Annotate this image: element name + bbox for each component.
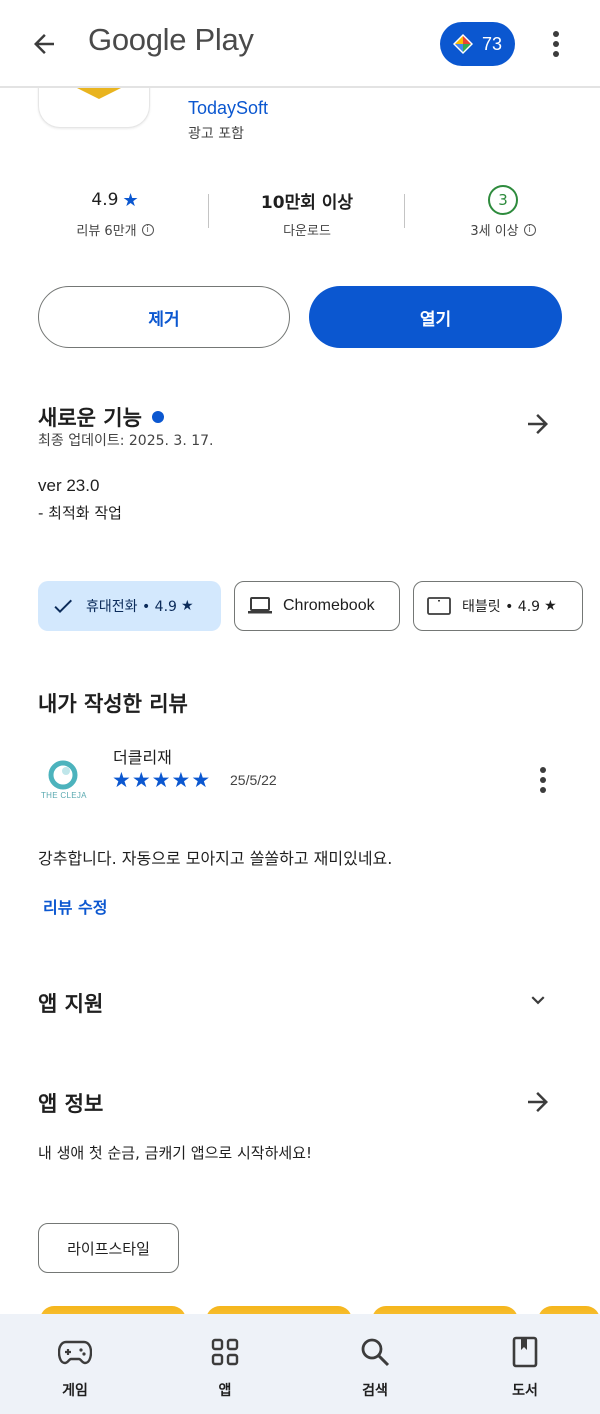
developer-link[interactable]: TodaySoft [188,98,268,119]
gamepad-icon [58,1340,92,1365]
age-rating-stat[interactable]: 3 3세 이상 i [420,185,586,239]
device-chip-chromebook[interactable]: Chromebook [234,581,400,631]
stat-divider [404,194,405,228]
play-points-icon [453,34,473,54]
age-rating-badge: 3 [488,185,518,215]
version-text: ver 23.0 [38,476,100,495]
bottom-navigation: 게임 앱 검색 도서 [0,1314,600,1414]
star-icon: ★ [131,768,151,792]
new-indicator-dot [151,411,164,423]
nav-label: 도서 [512,1383,538,1399]
app-description: 내 생애 첫 순금, 금캐기 앱으로 시작하세요! [38,1144,312,1162]
more-options-button[interactable] [540,24,572,64]
rating-stat[interactable]: 4.9 ★ 리뷰 6만개 i [40,188,190,239]
rating-value: 4.9 [91,190,119,210]
about-heading[interactable]: 앱 정보 [38,1088,103,1118]
cleja-logo-icon [48,760,78,790]
app-support-expand-button[interactable] [518,980,558,1020]
device-chip-phone[interactable]: 휴대전화 • 4.9 ★ [38,581,221,631]
more-vert-icon [540,767,546,793]
nav-label: 게임 [62,1383,88,1399]
search-icon [361,1338,390,1367]
star-icon: ★ [112,768,131,792]
chevron-down-icon [531,996,545,1005]
avatar-caption: THE CLEJA [41,791,87,800]
book-icon [512,1336,538,1368]
star-icon: ★ [180,598,194,614]
device-chip-tablet[interactable]: 태블릿 • 4.9 ★ [413,581,583,631]
play-points-chip[interactable]: 73 [440,22,515,66]
edit-review-link[interactable]: 리뷰 수정 [43,894,107,918]
ads-label: 광고 포함 [188,126,244,142]
nav-label: 검색 [362,1383,388,1399]
release-notes: - 최적화 작업 [38,504,122,522]
check-icon [54,599,72,613]
store-title: Google Play [88,22,254,57]
stat-divider [208,194,209,228]
info-icon: i [523,223,536,236]
back-button[interactable] [24,24,64,64]
app-support-heading[interactable]: 앱 지원 [38,988,103,1018]
review-more-button[interactable] [528,760,558,800]
category-tag-chip[interactable]: 라이프스타일 [38,1223,179,1273]
last-updated: 최종 업데이트: 2025. 3. 17. [38,433,214,449]
star-icon: ★ [171,768,191,792]
info-icon: i [141,223,154,236]
device-chip-label: 휴대전화 • 4.9 [86,599,177,615]
points-count: 73 [482,33,503,54]
reviewer-name: 더클리재 [113,748,172,767]
whats-new-heading: 새로운 기능 [38,402,164,432]
downloads-label: 다운로드 [283,224,331,239]
uninstall-button[interactable]: 제거 [38,286,290,348]
device-chip-label: Chromebook [283,597,375,614]
tablet-icon [427,597,451,615]
downloads-value: 10만회 이상 [260,192,354,213]
review-star-rating: ★ ★ ★ ★ ★ [112,768,210,792]
whats-new-title: 새로운 기능 [38,406,142,430]
age-rating-label: 3세 이상 [470,224,519,239]
nav-books[interactable]: 도서 [450,1314,600,1414]
device-chip-label: 태블릿 • 4.9 [462,599,541,615]
my-review-heading: 내가 작성한 리뷰 [38,692,188,716]
laptop-icon [248,597,272,614]
about-arrow-button[interactable] [518,1082,558,1122]
apps-grid-icon [211,1338,239,1366]
arrow-right-icon [528,1092,548,1112]
whats-new-arrow-button[interactable] [518,404,558,444]
arrow-right-icon [528,414,548,434]
star-icon: ★ [191,768,211,792]
open-button[interactable]: 열기 [309,286,562,348]
nav-games[interactable]: 게임 [0,1314,150,1414]
nav-label: 앱 [218,1383,232,1399]
downloads-stat: 10만회 이상 다운로드 [228,188,386,240]
star-icon: ★ [122,189,139,211]
nav-search[interactable]: 검색 [300,1314,450,1414]
nav-apps[interactable]: 앱 [150,1314,300,1414]
review-text: 강추합니다. 자동으로 모아지고 쏠쏠하고 재미있네요. [38,849,393,868]
star-icon: ★ [544,598,557,614]
review-count: 리뷰 6만개 [76,224,137,239]
top-app-bar: Google Play 73 [0,0,600,88]
arrow-left-icon [34,34,54,54]
review-date: 25/5/22 [230,772,277,788]
star-icon: ★ [151,768,171,792]
more-vert-icon [553,31,559,57]
